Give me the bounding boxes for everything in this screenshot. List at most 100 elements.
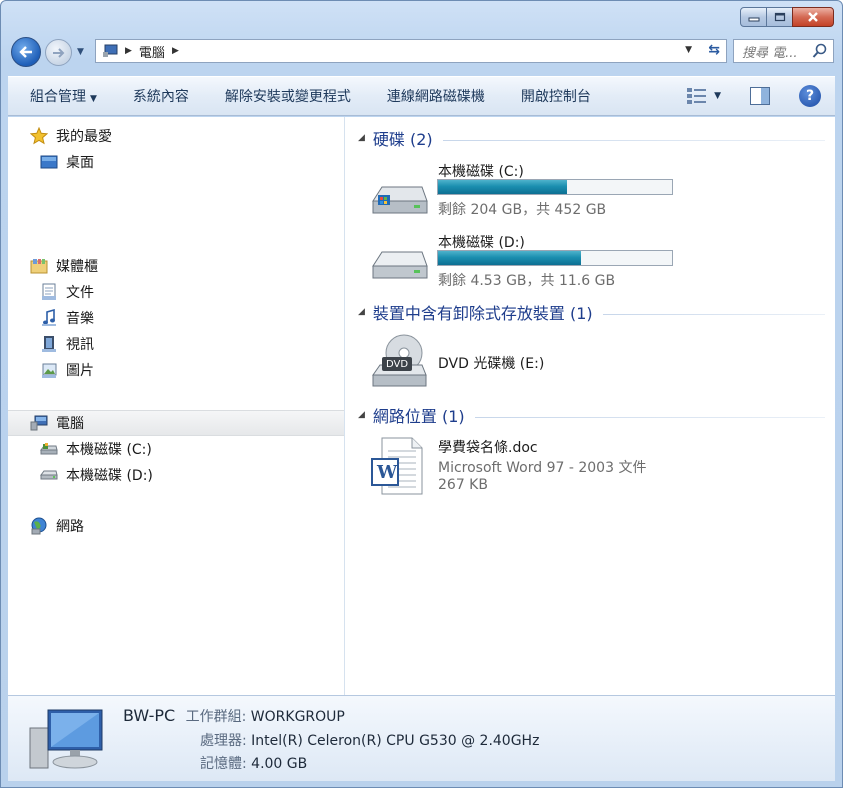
group-header-network[interactable]: ◢ 網路位置 (1) [358,403,825,427]
breadcrumb-separator[interactable]: ▶ [125,46,132,56]
search-icon [812,43,827,58]
desktop-icon [40,155,58,169]
group-divider [474,416,825,418]
workgroup-value: WORKGROUP [250,709,345,725]
collapse-triangle-icon[interactable]: ◢ [358,307,365,317]
group-title: 硬碟 (2) [372,130,433,149]
nav-item-favorites[interactable]: 我的最愛 [30,125,112,147]
preview-pane-icon[interactable] [749,86,771,106]
cpu-value: Intel(R) Celeron(R) CPU G530 @ 2.40GHz [251,733,540,749]
main-pane: ◢ 硬碟 (2) 本機磁碟 (C:) 剩餘 204 GB，共 452 GB 本機… [346,117,835,695]
nav-item-pictures[interactable]: 圖片 [40,359,94,381]
group-divider [602,313,825,315]
library-folder-icon [30,259,48,274]
group-header-removable[interactable]: ◢ 裝置中含有卸除式存放裝置 (1) [358,300,825,324]
minimize-icon [748,17,759,22]
nav-item-music[interactable]: 音樂 [40,307,94,329]
organize-menu[interactable]: 組合管理 ▼ [8,86,115,106]
cpu-row: 處理器: Intel(R) Celeron(R) CPU G530 @ 2.40… [200,730,539,750]
computer-icon [29,709,103,769]
dvd-badge: DVD [386,359,409,370]
maximize-icon [774,12,785,22]
address-bar[interactable]: ▶ 電腦 ▶ ▼ ⇆ [95,39,727,63]
nav-item-network[interactable]: 網路 [30,515,84,537]
address-dropdown-icon[interactable]: ▼ [685,45,692,55]
nav-item-label: 我的最愛 [56,129,112,145]
nav-item-documents[interactable]: 文件 [40,281,94,303]
group-header-hard-disks[interactable]: ◢ 硬碟 (2) [358,126,825,150]
drive-name: 本機磁碟 (C:) [438,164,524,180]
view-controls: ▼ ? [686,85,821,107]
star-icon [30,127,48,145]
recent-pages-dropdown[interactable]: ▼ [77,47,84,57]
word-letter: W [377,462,398,483]
back-button[interactable] [11,37,41,67]
drive-usage-fill [438,251,581,265]
collapse-triangle-icon[interactable]: ◢ [358,133,365,143]
nav-item-desktop[interactable]: 桌面 [40,151,94,173]
nav-item-label: 視訊 [66,337,94,353]
nav-item-label: 媒體櫃 [56,259,98,275]
file-name: 學費袋名條.doc [438,440,538,456]
map-network-drive-button[interactable]: 連線網路磁碟機 [369,86,503,106]
command-bar: 組合管理 ▼ 系統內容 解除安裝或變更程式 連線網路磁碟機 開啟控制台 ▼ ? [8,76,835,116]
nav-item-videos[interactable]: 視訊 [40,333,94,355]
caption-buttons [740,7,834,27]
hard-drive-icon [372,251,428,279]
nav-item-label: 桌面 [66,155,94,171]
system-drive-icon [372,186,428,214]
breadcrumb-computer[interactable]: 電腦 [139,42,165,61]
drive-free-space: 剩餘 4.53 GB，共 11.6 GB [438,273,616,289]
search-placeholder: 搜尋 電... [742,45,798,61]
forward-arrow-icon [52,47,64,58]
organize-label: 組合管理 [30,89,86,105]
group-divider [442,139,825,141]
system-properties-button[interactable]: 系統內容 [115,86,207,106]
collapse-triangle-icon[interactable]: ◢ [358,410,365,420]
nav-item-drive-c[interactable]: 本機磁碟 (C:) [40,438,152,460]
chevron-down-icon: ▼ [90,94,97,104]
view-dropdown-icon: ▼ [714,91,721,101]
memory-label: 記憶體: [200,756,247,772]
file-type: Microsoft Word 97 - 2003 文件 [438,460,647,476]
change-view-button[interactable]: ▼ [686,86,721,106]
file-size: 267 KB [438,477,488,493]
search-input[interactable]: 搜尋 電... [733,39,834,63]
maximize-button[interactable] [766,7,793,27]
breadcrumb-separator[interactable]: ▶ [172,46,179,56]
back-arrow-icon [19,46,32,58]
music-icon [42,309,56,326]
nav-item-label: 文件 [66,285,94,301]
nav-item-label: 本機磁碟 (D:) [66,468,153,484]
drive-usage-bar [437,250,673,266]
navigation-bar: ▼ ▶ 電腦 ▶ ▼ ⇆ 搜尋 電... [9,35,834,69]
cpu-label: 處理器: [200,733,247,749]
nav-item-drive-d[interactable]: 本機磁碟 (D:) [40,464,153,486]
memory-value: 4.00 GB [251,756,308,772]
forward-button[interactable] [45,39,72,66]
computer-icon [103,44,118,57]
system-drive-icon [40,443,58,455]
open-control-panel-button[interactable]: 開啟控制台 [503,86,609,106]
uninstall-program-button[interactable]: 解除安裝或變更程式 [207,86,369,106]
nav-item-label: 圖片 [66,363,94,379]
documents-icon [42,283,56,300]
computer-icon [30,415,48,431]
content-area: 我的最愛 桌面 媒體櫃 文件 音樂 視訊 圖片 電腦 本機磁碟 (C:) 本機磁… [8,117,835,695]
nav-item-libraries[interactable]: 媒體櫃 [30,255,98,277]
nav-item-label: 本機磁碟 (C:) [66,442,152,458]
hard-drive-icon [40,470,58,480]
nav-item-computer[interactable]: 電腦 [8,410,344,436]
workgroup-label: 工作群組: [185,709,247,725]
drive-free-space: 剩餘 204 GB，共 452 GB [438,202,607,218]
drive-usage-fill [438,180,567,194]
memory-row: 記憶體: 4.00 GB [200,753,307,773]
help-icon[interactable]: ? [799,85,821,107]
close-icon [808,12,818,22]
refresh-icon[interactable]: ⇆ [708,42,720,58]
group-title: 裝置中含有卸除式存放裝置 (1) [372,304,593,323]
pc-name: BW-PC [123,706,176,725]
close-button[interactable] [792,7,834,27]
view-list-icon [687,88,707,104]
minimize-button[interactable] [740,7,767,27]
